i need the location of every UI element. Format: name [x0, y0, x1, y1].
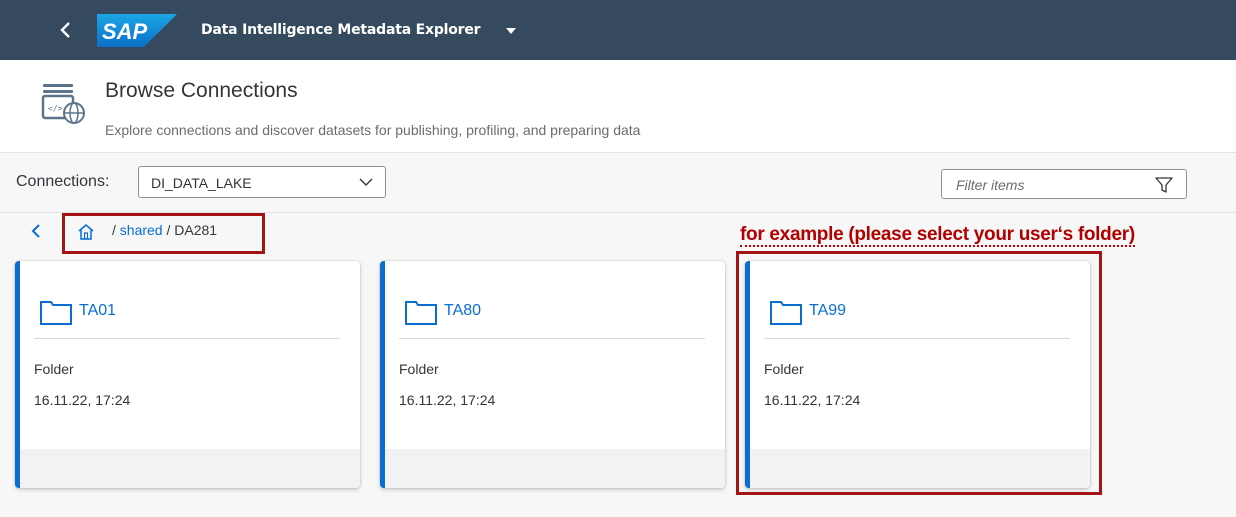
connections-select[interactable]: DI_DATA_LAKE [138, 166, 386, 198]
folder-title[interactable]: TA01 [79, 302, 116, 320]
annotation-note: for example (please select your user‘s f… [740, 224, 1135, 247]
breadcrumb-separator: / [112, 222, 116, 238]
chevron-down-icon [359, 178, 373, 186]
annotation-note-text: for example (please select your user‘s f… [740, 224, 1135, 247]
folder-type: Folder [399, 361, 439, 377]
folder-icon [405, 301, 437, 325]
breadcrumb-row: / shared / DA281 for example (please sel… [0, 213, 1236, 259]
filter-placeholder: Filter items [956, 177, 1025, 193]
card-footer [385, 449, 725, 488]
breadcrumb-link-shared[interactable]: shared [120, 222, 163, 238]
browse-connections-icon: </> [41, 84, 85, 124]
svg-text:</>: </> [48, 104, 63, 113]
folder-icon [40, 301, 72, 325]
folder-title[interactable]: TA99 [809, 302, 846, 320]
folder-card[interactable]: TA01 Folder 16.11.22, 17:24 [15, 261, 360, 488]
connections-select-value: DI_DATA_LAKE [151, 175, 252, 191]
breadcrumb: / shared / DA281 [112, 222, 217, 238]
page-subtitle: Explore connections and discover dataset… [105, 122, 641, 138]
folder-date: 16.11.22, 17:24 [399, 392, 496, 408]
svg-text:SAP: SAP [102, 19, 148, 44]
filter-icon[interactable] [1154, 175, 1174, 195]
chevron-left-icon[interactable] [28, 223, 44, 239]
folder-card[interactable]: TA80 Folder 16.11.22, 17:24 [380, 261, 725, 488]
card-footer [20, 449, 360, 488]
connections-label: Connections: [16, 173, 110, 190]
shell-bar: SAP Data Intelligence Metadata Explorer [0, 0, 1236, 60]
folder-grid: TA01 Folder 16.11.22, 17:24 TA80 Folder … [0, 259, 1236, 517]
card-divider [764, 338, 1070, 339]
card-divider [399, 338, 705, 339]
card-footer [750, 449, 1090, 488]
folder-card[interactable]: TA99 Folder 16.11.22, 17:24 [745, 261, 1090, 488]
folder-type: Folder [34, 361, 74, 377]
caret-down-icon[interactable] [505, 26, 517, 36]
folder-icon [770, 301, 802, 325]
app-title[interactable]: Data Intelligence Metadata Explorer [201, 22, 481, 38]
connections-toolbar: Connections: DI_DATA_LAKE Filter items [0, 153, 1236, 213]
filter-items-input[interactable]: Filter items [941, 169, 1187, 199]
folder-date: 16.11.22, 17:24 [34, 392, 131, 408]
breadcrumb-separator: / [166, 222, 171, 238]
breadcrumb-current: DA281 [174, 222, 218, 238]
back-icon[interactable] [54, 18, 78, 42]
sap-logo: SAP [97, 14, 177, 47]
card-divider [34, 338, 340, 339]
folder-date: 16.11.22, 17:24 [764, 392, 861, 408]
folder-title[interactable]: TA80 [444, 302, 481, 320]
home-icon[interactable] [76, 222, 96, 242]
page-header: </> Browse Connections Explore connectio… [0, 60, 1236, 153]
page-title: Browse Connections [105, 79, 298, 102]
folder-type: Folder [764, 361, 804, 377]
